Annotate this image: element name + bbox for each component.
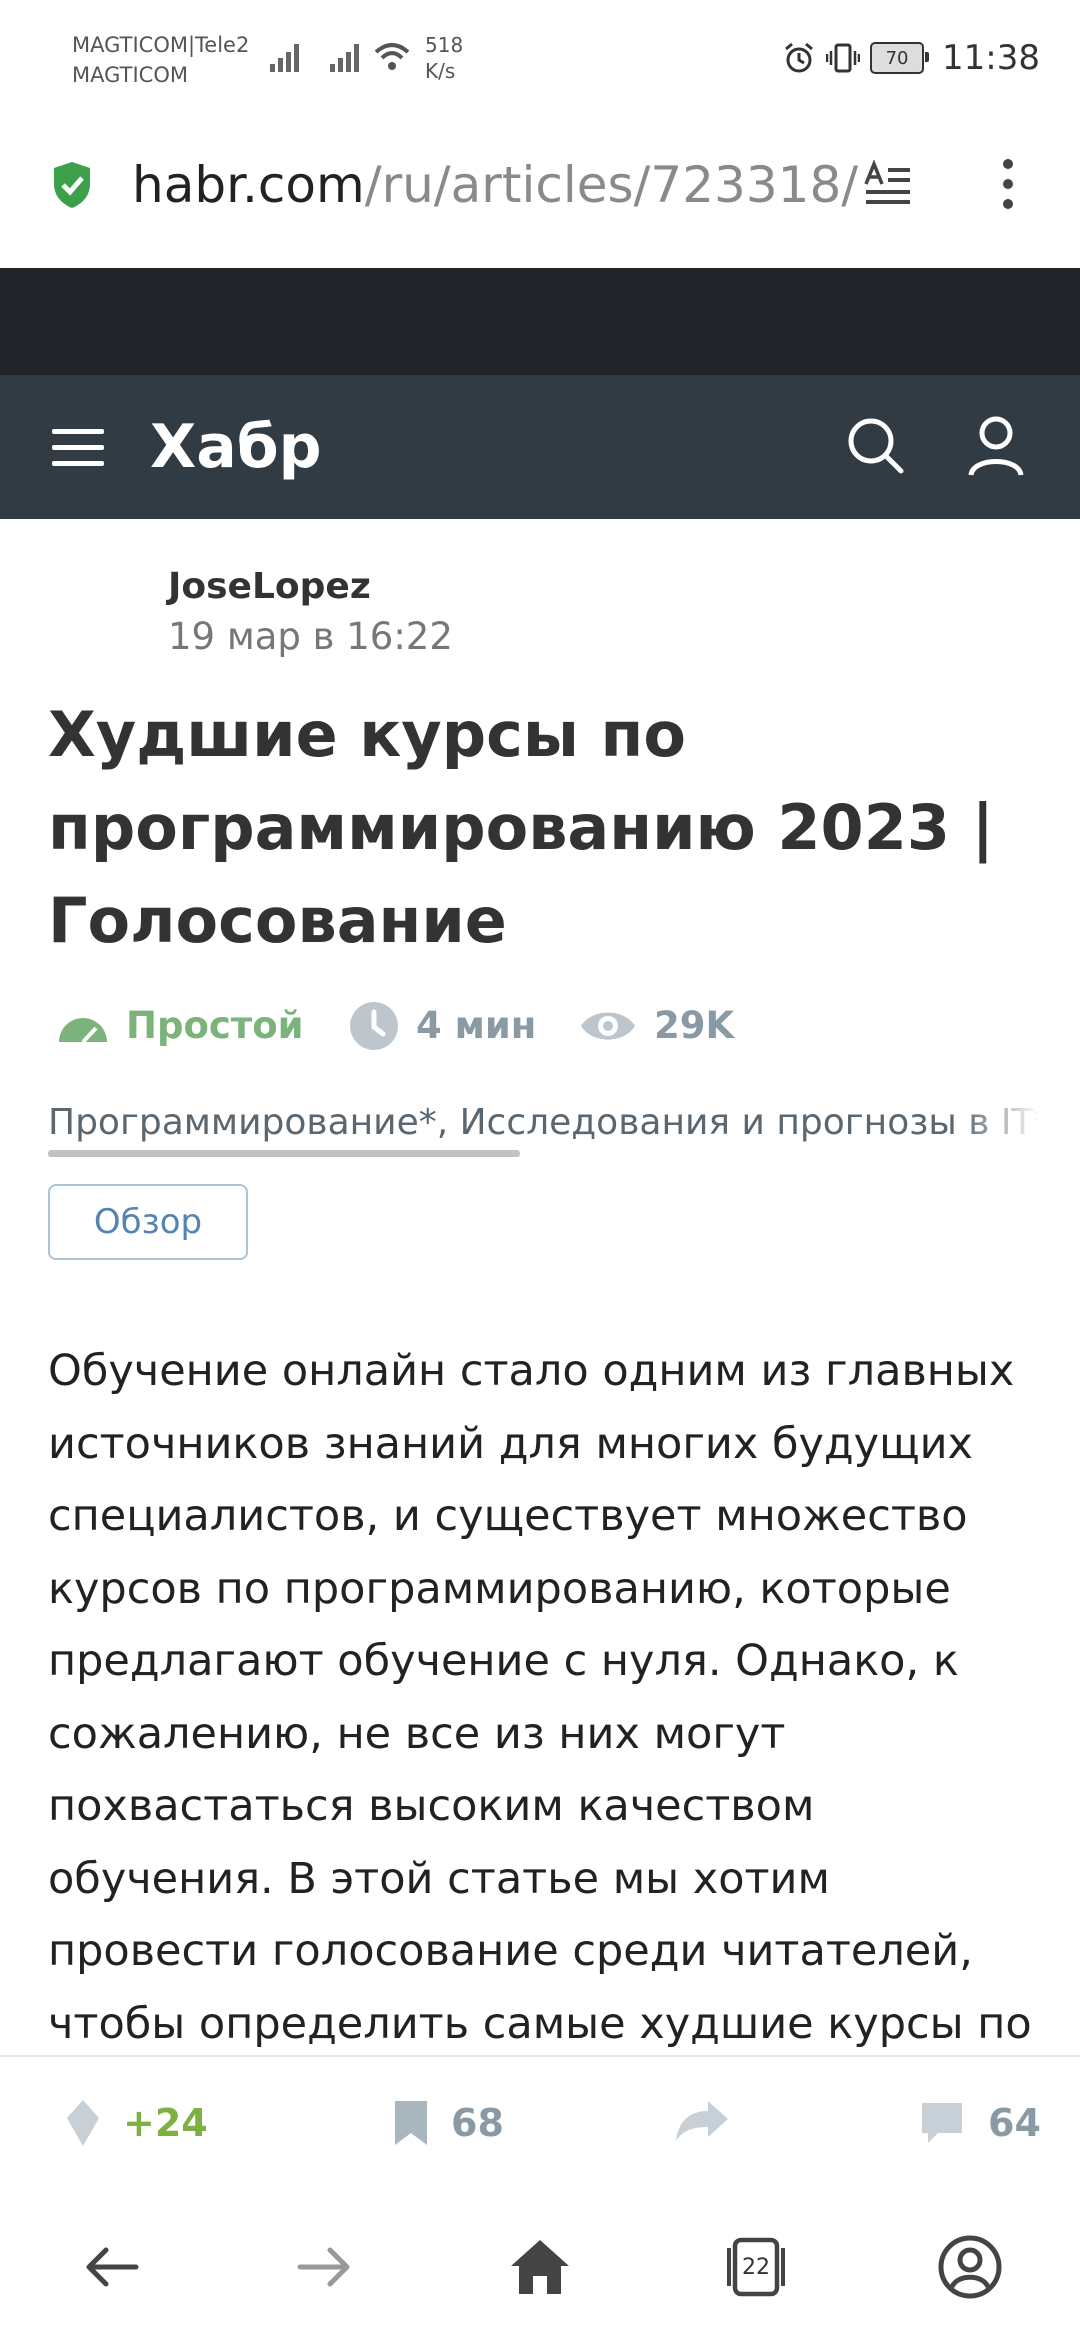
article-body: Обучение онлайн стало одним из главных и… — [48, 1346, 1032, 2049]
hub-list-fade — [960, 1095, 1040, 1151]
bookmarks[interactable]: 68 — [393, 2097, 504, 2149]
author-name[interactable]: JoseLopez — [168, 562, 371, 612]
views-count: 29K — [578, 1000, 734, 1052]
tab-count: 22 — [742, 2254, 770, 2280]
comments[interactable]: 64 — [918, 2097, 1041, 2149]
browser-bottom-nav: 22 — [0, 2197, 1080, 2340]
browser-url-bar: habr.com/ru/articles/723318/ — [0, 120, 1080, 268]
status-bar: MAGTICOM|Tele2 MAGTICOM 518 K/s 70 11:38 — [0, 0, 1080, 120]
search-icon[interactable] — [845, 415, 907, 477]
home-icon[interactable] — [505, 2232, 575, 2302]
signal-2-icon — [330, 44, 359, 72]
url-domain: habr.com — [132, 156, 365, 214]
page-top-strip — [0, 268, 1080, 375]
site-logo[interactable]: Хабр — [150, 407, 322, 487]
share-icon — [676, 2101, 728, 2141]
browser-menu-icon[interactable] — [1000, 158, 1016, 210]
carrier-2: MAGTICOM — [72, 63, 188, 87]
reading-time-value: 4 мин — [416, 1004, 537, 1047]
comments-count: 64 — [988, 2101, 1041, 2145]
rating[interactable]: +24 — [65, 2097, 208, 2149]
alarm-icon — [785, 42, 813, 73]
status-right: 70 11:38 — [782, 38, 1040, 78]
forward-arrow-icon[interactable] — [290, 2232, 360, 2302]
back-arrow-icon[interactable] — [76, 2232, 146, 2302]
reading-time: 4 мин — [348, 1000, 536, 1052]
battery-indicator: 70 — [870, 42, 930, 74]
hub-scroll-indicator — [48, 1150, 520, 1157]
difficulty-label: Простой — [126, 1004, 304, 1047]
site-header: Хабр — [0, 375, 1080, 519]
hamburger-menu-icon[interactable] — [50, 423, 106, 471]
carrier-info: MAGTICOM|Tele2 MAGTICOM — [72, 30, 249, 90]
difficulty-gauge-icon — [59, 1018, 107, 1044]
share-button[interactable] — [674, 2097, 752, 2143]
article-type-tag[interactable]: Обзор — [48, 1184, 248, 1260]
views-value: 29K — [654, 1004, 735, 1047]
carrier-1: MAGTICOM|Tele2 — [72, 33, 250, 57]
clock-icon — [350, 1002, 398, 1050]
publish-date: 19 мар в 16:22 — [168, 615, 453, 658]
vibrate-icon — [826, 43, 861, 73]
reader-mode-icon[interactable] — [862, 160, 914, 208]
eye-icon — [581, 1012, 635, 1040]
bookmark-icon — [395, 2101, 427, 2145]
bookmarks-count: 68 — [451, 2101, 504, 2145]
user-profile-icon[interactable] — [965, 413, 1027, 479]
account-icon[interactable] — [935, 2232, 1005, 2302]
rating-value: +24 — [123, 2101, 208, 2145]
rating-icon — [67, 2100, 99, 2146]
article-title: Худшие курсы по программированию 2023 | … — [48, 698, 995, 957]
clock: 11:38 — [942, 38, 1040, 78]
network-speed: 518 K/s — [425, 32, 463, 84]
url-field[interactable]: habr.com/ru/articles/723318/ — [132, 150, 858, 220]
speed-value: 518 — [425, 33, 464, 57]
hub-list[interactable]: Программирование*, Исследования и прогно… — [48, 1095, 1038, 1151]
speed-unit: K/s — [425, 59, 456, 83]
url-path: /ru/articles/723318/ — [364, 156, 859, 214]
signal-1-icon — [270, 44, 299, 72]
article-action-bar: +24 68 64 — [0, 2055, 1080, 2199]
difficulty-level: Простой — [56, 1000, 304, 1052]
wifi-icon — [374, 43, 410, 70]
comments-icon — [922, 2103, 962, 2143]
secure-shield-icon[interactable] — [50, 160, 94, 210]
tabs-button[interactable]: 22 — [721, 2232, 791, 2302]
